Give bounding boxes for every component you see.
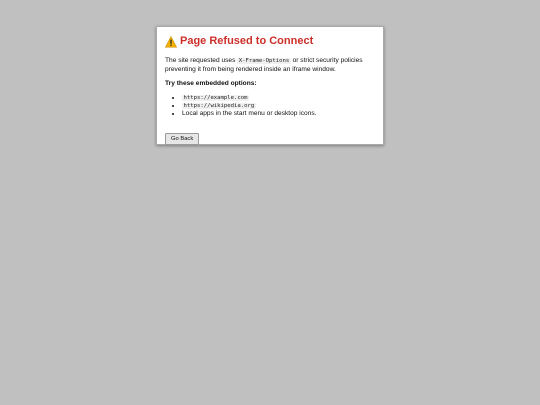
- warning-icon: [164, 35, 178, 48]
- options-list: https://example.com https://wikipedia.or…: [165, 94, 375, 118]
- option-code-example: https://example.com: [182, 94, 249, 101]
- error-dialog: Page Refused to Connect The site request…: [156, 26, 384, 145]
- dialog-description: The site requested uses X-Frame-Options …: [165, 57, 375, 74]
- option-code-wikipedia: https://wikipedia.org: [182, 103, 256, 109]
- option-item-local-apps: Local apps in the start menu or desktop …: [182, 110, 375, 117]
- option-item-wikipedia: https://wikipedia.org: [182, 102, 375, 110]
- option-item-example: https://example.com: [182, 94, 375, 102]
- desc-text-pre: The site requested uses: [165, 57, 238, 64]
- dialog-title-row: Page Refused to Connect: [164, 34, 375, 48]
- dialog-title: Page Refused to Connect: [180, 35, 314, 47]
- go-back-button[interactable]: Go Back: [165, 132, 200, 145]
- x-frame-options-code: X-Frame-Options: [237, 58, 291, 64]
- options-heading: Try these embedded options:: [165, 79, 257, 87]
- page-background: Page Refused to Connect The site request…: [0, 0, 540, 405]
